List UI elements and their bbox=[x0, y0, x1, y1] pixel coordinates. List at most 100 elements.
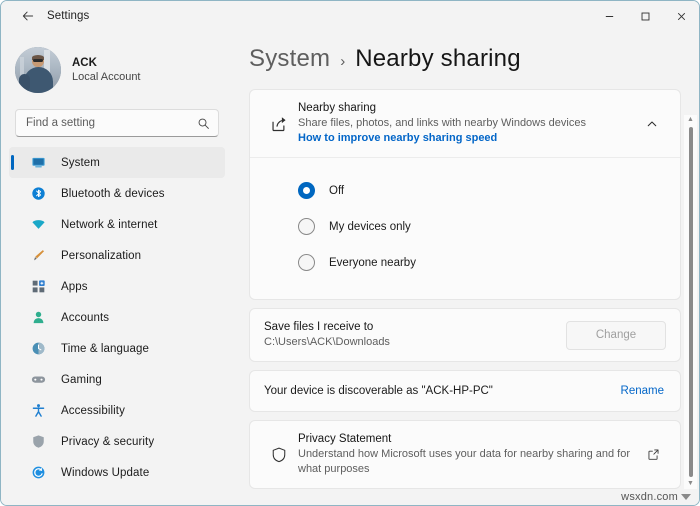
share-icon bbox=[264, 114, 294, 133]
sidebar-item-accounts[interactable]: Accounts bbox=[9, 302, 225, 333]
radio-label: Off bbox=[329, 184, 345, 197]
search-icon bbox=[197, 117, 210, 130]
save-location-title: Save files I receive to bbox=[264, 321, 374, 333]
nearby-sharing-title: Nearby sharing bbox=[298, 102, 376, 114]
save-location-row: Save files I receive to C:\Users\ACK\Dow… bbox=[250, 309, 680, 361]
sidebar-item-label: Windows Update bbox=[61, 466, 150, 479]
main-content: System › Nearby sharing Nearby sharing S… bbox=[233, 31, 699, 505]
back-button[interactable] bbox=[13, 3, 43, 29]
accessibility-icon bbox=[27, 403, 49, 418]
sidebar-item-label: Accounts bbox=[61, 311, 110, 324]
clock-globe-icon bbox=[27, 341, 49, 356]
back-arrow-icon bbox=[22, 11, 34, 21]
nearby-sharing-subtitle: Share files, photos, and links with near… bbox=[298, 117, 586, 129]
save-location-path: C:\Users\ACK\Downloads bbox=[264, 336, 390, 348]
settings-window: Settings ACK Local Account Find a settin… bbox=[0, 0, 700, 506]
window-title: Settings bbox=[47, 10, 90, 22]
breadcrumb: System › Nearby sharing bbox=[249, 45, 699, 73]
sidebar-item-label: Network & internet bbox=[61, 218, 158, 231]
sidebar-nav: System Bluetooth & devices Network & int… bbox=[1, 147, 233, 488]
watermark-triangle-icon bbox=[681, 494, 691, 500]
monitor-icon bbox=[27, 155, 49, 170]
sidebar-item-label: Time & language bbox=[61, 342, 150, 355]
external-link-icon[interactable] bbox=[640, 448, 666, 461]
sidebar-item-label: Accessibility bbox=[61, 404, 125, 417]
sidebar-item-apps[interactable]: Apps bbox=[9, 271, 225, 302]
sidebar-item-label: System bbox=[61, 156, 100, 169]
minimize-button[interactable] bbox=[591, 1, 627, 31]
maximize-button[interactable] bbox=[627, 1, 663, 31]
sidebar-item-personalization[interactable]: Personalization bbox=[9, 240, 225, 271]
improve-speed-link[interactable]: How to improve nearby sharing speed bbox=[298, 131, 638, 146]
avatar bbox=[15, 47, 61, 93]
sidebar-item-time-language[interactable]: Time & language bbox=[9, 333, 225, 364]
close-button[interactable] bbox=[663, 1, 699, 31]
window-controls bbox=[591, 1, 699, 31]
nearby-sharing-options: Off My devices only Everyone nearby bbox=[250, 158, 680, 299]
privacy-statement-subtitle: Understand how Microsoft uses your data … bbox=[298, 448, 631, 475]
scroll-down-arrow[interactable]: ▼ bbox=[687, 479, 694, 489]
shield-icon bbox=[27, 434, 49, 449]
privacy-statement-row: Privacy Statement Understand how Microso… bbox=[250, 421, 680, 488]
privacy-statement-title: Privacy Statement bbox=[298, 433, 392, 445]
radio-label: My devices only bbox=[329, 220, 411, 233]
gamepad-icon bbox=[27, 372, 49, 387]
sidebar-item-label: Privacy & security bbox=[61, 435, 155, 448]
radio-indicator[interactable] bbox=[298, 182, 315, 199]
sidebar-item-gaming[interactable]: Gaming bbox=[9, 364, 225, 395]
sidebar-item-accessibility[interactable]: Accessibility bbox=[9, 395, 225, 426]
wifi-icon bbox=[27, 217, 49, 232]
update-icon bbox=[27, 465, 49, 480]
apps-icon bbox=[27, 279, 49, 294]
breadcrumb-parent[interactable]: System bbox=[249, 45, 330, 73]
settings-cards: Nearby sharing Share files, photos, and … bbox=[249, 89, 681, 489]
sidebar-item-label: Personalization bbox=[61, 249, 142, 262]
search-input[interactable] bbox=[26, 117, 197, 129]
vertical-scrollbar[interactable]: ▲ ▼ bbox=[684, 115, 697, 489]
maximize-icon bbox=[641, 12, 649, 20]
device-name-row: Your device is discoverable as "ACK-HP-P… bbox=[250, 371, 680, 411]
device-name-card: Your device is discoverable as "ACK-HP-P… bbox=[249, 370, 681, 412]
search-box[interactable] bbox=[15, 109, 219, 137]
save-location-card: Save files I receive to C:\Users\ACK\Dow… bbox=[249, 308, 681, 362]
sidebar-item-network-internet[interactable]: Network & internet bbox=[9, 209, 225, 240]
radio-option-my-devices-only[interactable]: My devices only bbox=[250, 211, 680, 242]
sidebar-item-system[interactable]: System bbox=[9, 147, 225, 178]
shield-outline-icon bbox=[264, 446, 294, 464]
person-icon bbox=[27, 310, 49, 325]
paintbrush-icon bbox=[27, 248, 49, 263]
bluetooth-icon bbox=[27, 186, 49, 201]
scrollbar-track[interactable] bbox=[684, 125, 697, 479]
account-name: ACK bbox=[72, 56, 97, 69]
breadcrumb-separator: › bbox=[340, 53, 346, 70]
close-icon bbox=[677, 12, 685, 20]
watermark-text: wsxdn.com bbox=[621, 491, 678, 503]
chevron-up-icon[interactable] bbox=[638, 118, 666, 130]
rename-link[interactable]: Rename bbox=[621, 385, 666, 397]
sidebar-item-bluetooth-devices[interactable]: Bluetooth & devices bbox=[9, 178, 225, 209]
scroll-up-arrow[interactable]: ▲ bbox=[687, 115, 694, 125]
change-button[interactable]: Change bbox=[566, 320, 666, 350]
sidebar-item-label: Apps bbox=[61, 280, 88, 293]
minimize-icon bbox=[605, 15, 613, 17]
sidebar-item-label: Bluetooth & devices bbox=[61, 187, 165, 200]
sidebar-item-windows-update[interactable]: Windows Update bbox=[9, 457, 225, 488]
nearby-sharing-card: Nearby sharing Share files, photos, and … bbox=[249, 89, 681, 300]
account-block[interactable]: ACK Local Account bbox=[15, 41, 233, 99]
account-type: Local Account bbox=[72, 70, 141, 83]
sidebar-item-privacy-security[interactable]: Privacy & security bbox=[9, 426, 225, 457]
nearby-sharing-header[interactable]: Nearby sharing Share files, photos, and … bbox=[250, 90, 680, 157]
radio-option-everyone-nearby[interactable]: Everyone nearby bbox=[250, 247, 680, 278]
privacy-statement-card[interactable]: Privacy Statement Understand how Microso… bbox=[249, 420, 681, 489]
radio-indicator[interactable] bbox=[298, 218, 315, 235]
watermark: wsxdn.com bbox=[621, 491, 691, 503]
title-bar: Settings bbox=[1, 1, 699, 31]
radio-indicator[interactable] bbox=[298, 254, 315, 271]
sidebar-item-label: Gaming bbox=[61, 373, 102, 386]
scrollbar-thumb[interactable] bbox=[689, 127, 693, 477]
radio-label: Everyone nearby bbox=[329, 256, 416, 269]
page-title: Nearby sharing bbox=[355, 45, 521, 72]
device-name-text: Your device is discoverable as "ACK-HP-P… bbox=[264, 385, 493, 397]
radio-option-off[interactable]: Off bbox=[250, 175, 680, 206]
sidebar: ACK Local Account Find a setting System … bbox=[1, 31, 233, 505]
